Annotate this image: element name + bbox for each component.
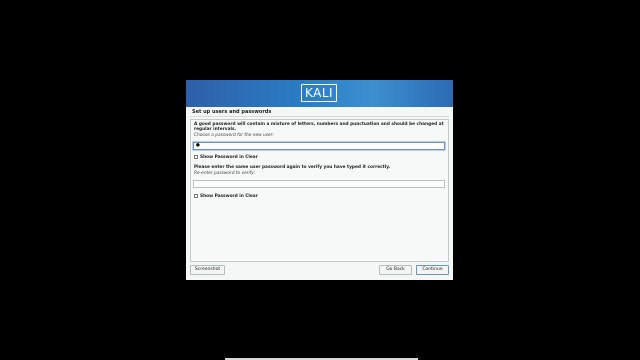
divider: [190, 116, 449, 117]
page-title: Set up users and passwords: [192, 109, 272, 115]
show-password-checkbox-1[interactable]: [194, 155, 198, 159]
intro-text-line2: regular intervals.: [194, 127, 237, 132]
choose-password-label: Choose a password for the new user:: [194, 133, 274, 138]
go-back-button[interactable]: Go Back: [379, 265, 412, 275]
show-password-label-1: Show Password in Clear: [200, 154, 258, 160]
reenter-intro-text: Please enter the same user password agai…: [194, 165, 391, 170]
show-password-checkbox-2[interactable]: [194, 194, 198, 198]
content-panel: A good password will contain a mixture o…: [190, 119, 449, 262]
reenter-password-label: Re-enter password to verify:: [194, 171, 256, 176]
screenshot-button[interactable]: Screenshot: [190, 265, 225, 275]
show-password-label-2: Show Password in Clear: [200, 193, 258, 199]
kali-banner: KALI: [186, 80, 453, 107]
kali-logo: KALI: [301, 84, 337, 102]
reenter-password-input[interactable]: [193, 180, 445, 188]
installer-window: KALI Set up users and passwords A good p…: [186, 80, 453, 280]
continue-button[interactable]: Continue: [416, 265, 449, 275]
password-input[interactable]: ●: [193, 142, 445, 150]
